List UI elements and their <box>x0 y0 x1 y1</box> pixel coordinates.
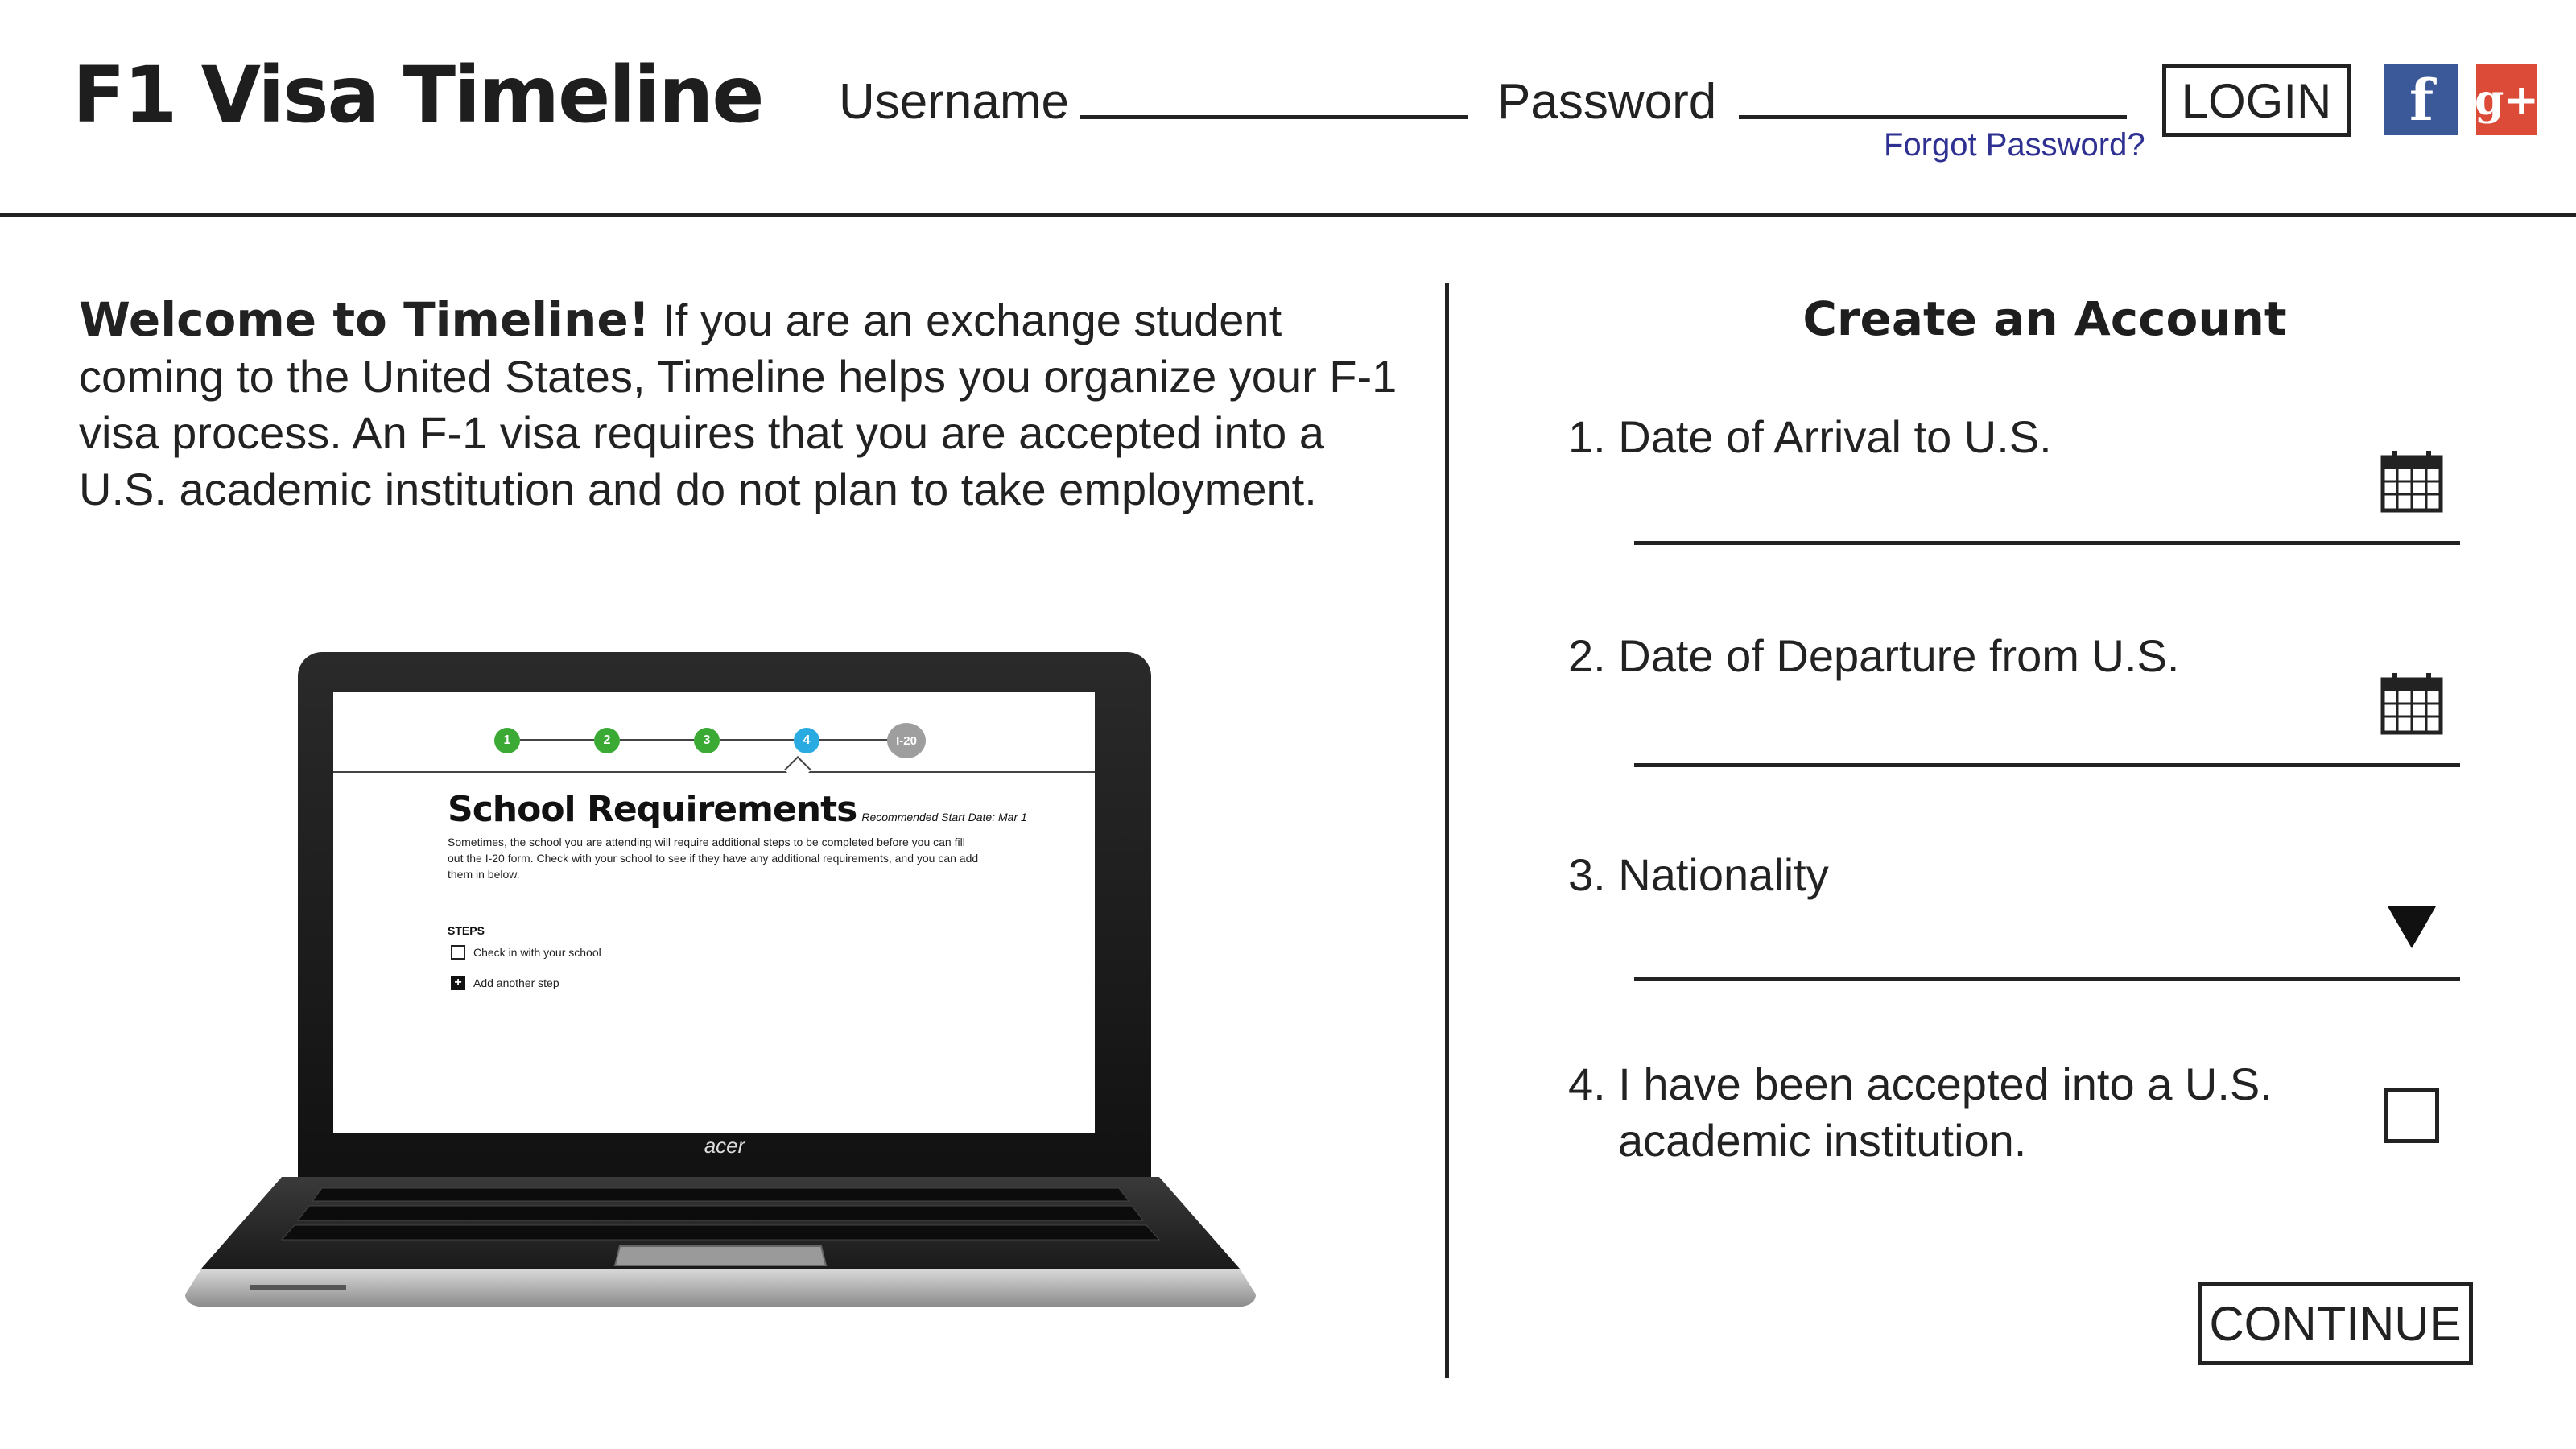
welcome-heading: Welcome to Timeline! <box>79 292 650 347</box>
username-label: Username <box>839 74 1069 130</box>
nationality-select[interactable] <box>1634 977 2460 981</box>
facebook-login-button[interactable]: f <box>2384 64 2458 135</box>
current-step-caret <box>784 756 811 783</box>
nationality-label: 3. Nationality <box>1568 849 1829 900</box>
google-plus-login-button[interactable]: g+ <box>2475 64 2539 135</box>
plus-icon: + <box>451 976 465 990</box>
laptop-brand-logo: acer <box>704 1133 745 1158</box>
column-divider <box>1445 283 1449 1378</box>
step-checkbox <box>451 945 465 960</box>
progress-connector <box>520 739 594 741</box>
steps-label: STEPS <box>448 924 485 937</box>
acceptance-label: 4. I have been accepted into a U.S. acad… <box>1568 1056 2273 1169</box>
progress-step: 1 <box>494 728 520 753</box>
progress-step: 2 <box>594 728 620 753</box>
progress-connector <box>819 739 894 741</box>
progress-connector <box>720 739 794 741</box>
screen-heading: School Requirements Recommended Start Dat… <box>448 789 1027 830</box>
step-item-label: Check in with your school <box>473 946 601 959</box>
progress-step: I-20 <box>887 723 926 758</box>
calendar-icon[interactable] <box>2380 671 2444 736</box>
laptop-preview-image: 1 2 3 4 I-20 School Requirements Recommended … <box>185 652 1256 1312</box>
add-step-item: + Add another step <box>451 976 559 990</box>
google-plus-icon: g+ <box>2475 75 2539 125</box>
login-button[interactable]: LOGIN <box>2162 64 2351 137</box>
progress-step: 4 <box>794 728 819 753</box>
calendar-icon[interactable] <box>2380 449 2444 514</box>
password-input[interactable] <box>1739 74 2127 119</box>
dropdown-arrow-icon[interactable] <box>2388 906 2436 948</box>
welcome-paragraph: Welcome to Timeline! If you are an exchan… <box>79 291 1399 518</box>
recommended-start-date: Recommended Start Date: Mar 1 <box>861 811 1027 824</box>
acceptance-checkbox[interactable] <box>2384 1088 2439 1143</box>
create-account-title: Create an Account <box>1802 291 2287 346</box>
laptop-screen: 1 2 3 4 I-20 School Requirements Recommended … <box>333 692 1095 1133</box>
departure-date-field[interactable] <box>1634 763 2460 767</box>
laptop-keyboard-base <box>185 1177 1256 1307</box>
departure-date-label: 2. Date of Departure from U.S. <box>1568 630 2180 681</box>
step-item: Check in with your school <box>451 945 601 960</box>
screen-heading-text: School Requirements <box>448 789 857 830</box>
app-title: F1 Visa Timeline <box>72 50 764 140</box>
progress-connector <box>620 739 694 741</box>
progress-step: 3 <box>694 728 720 753</box>
password-label: Password <box>1497 74 1717 130</box>
laptop-lid: 1 2 3 4 I-20 School Requirements Recommended … <box>298 652 1151 1183</box>
username-input[interactable] <box>1080 74 1468 119</box>
acceptance-label-line2: academic institution. <box>1618 1115 2027 1166</box>
progress-steps: 1 2 3 4 I-20 <box>494 723 929 758</box>
screen-description: Sometimes, the school you are attending … <box>448 836 979 881</box>
screen-divider <box>333 771 1095 773</box>
arrival-date-label: 1. Date of Arrival to U.S. <box>1568 411 2052 462</box>
forgot-password-link[interactable]: Forgot Password? <box>1884 129 2145 161</box>
add-step-label: Add another step <box>473 976 559 989</box>
arrival-date-field[interactable] <box>1634 541 2460 545</box>
acceptance-label-line1: 4. I have been accepted into a U.S. <box>1568 1059 2273 1109</box>
continue-button[interactable]: CONTINUE <box>2198 1282 2473 1365</box>
facebook-icon: f <box>2409 66 2434 134</box>
header-divider <box>0 213 2576 217</box>
